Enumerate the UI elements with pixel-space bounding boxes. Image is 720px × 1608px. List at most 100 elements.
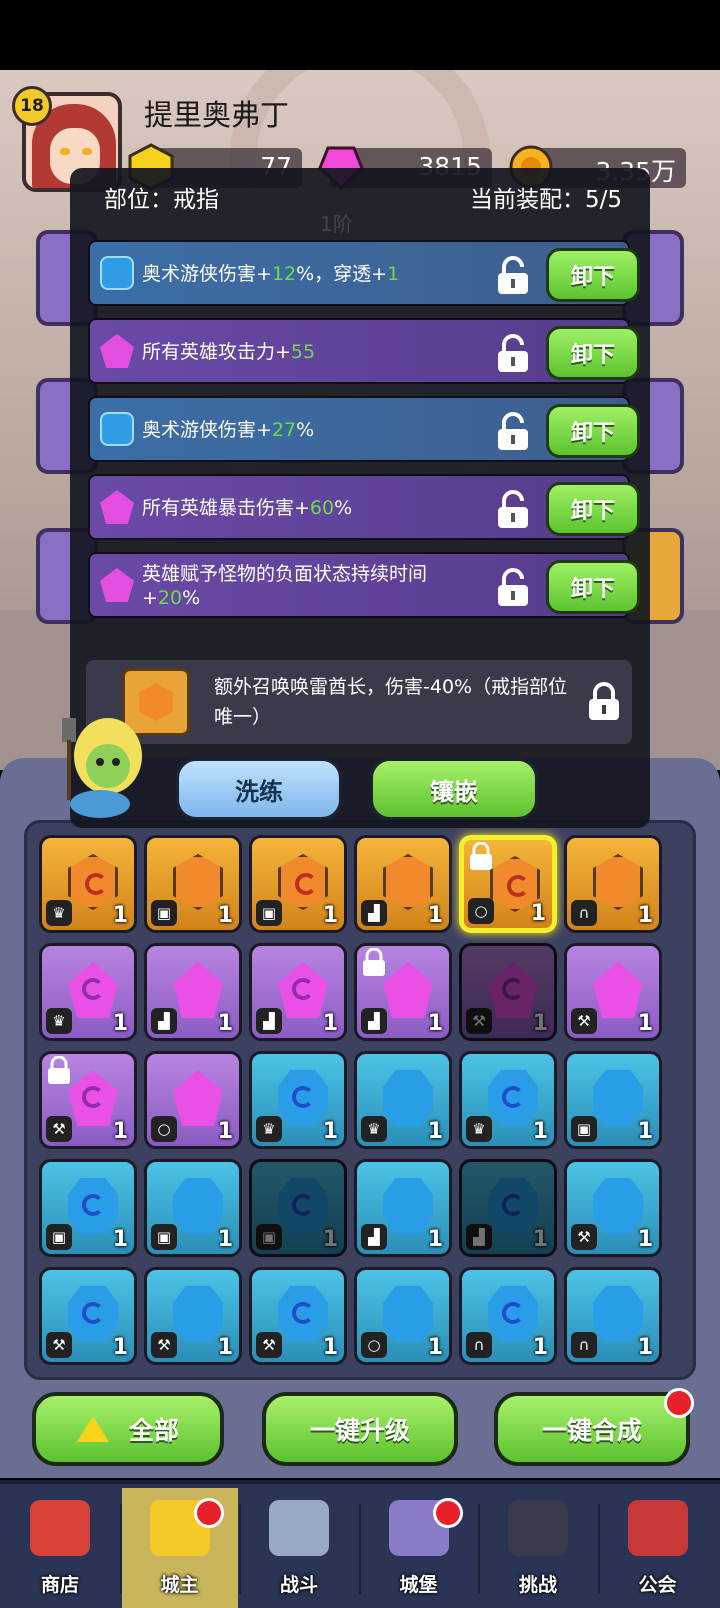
boots-slot-icon: ▟ <box>151 1008 177 1034</box>
gem-cell[interactable]: ⚒ 1 <box>564 1159 662 1257</box>
unequip-button[interactable]: 卸下 <box>546 248 640 302</box>
purple-gem-icon <box>278 962 328 1018</box>
purple-gem-icon <box>100 334 134 368</box>
blue-gem-icon <box>593 1178 643 1234</box>
gem-cell[interactable]: ∩ 1 <box>564 835 662 933</box>
gem-cell[interactable]: ♛ 1 <box>249 1051 347 1149</box>
unlock-icon[interactable] <box>494 412 532 452</box>
purple-gem-icon <box>100 568 134 602</box>
one-click-upgrade-button[interactable]: 一键升级 <box>262 1392 458 1466</box>
unlock-icon[interactable] <box>494 256 532 296</box>
blue-gem-icon <box>488 1070 538 1126</box>
attribute-text: 奥术游侠伤害+27% <box>142 419 315 441</box>
gem-cell[interactable]: ▟ 1 <box>354 1159 452 1257</box>
gem-cell[interactable]: ▣ 1 <box>39 1159 137 1257</box>
gem-cell[interactable]: ⚒ 1 <box>249 1267 347 1365</box>
gem-count: 1 <box>532 1227 548 1252</box>
unequip-button[interactable]: 卸下 <box>546 404 640 458</box>
nav-divider <box>358 1504 361 1594</box>
gem-cell[interactable]: ▣ 1 <box>249 1159 347 1257</box>
status-bar <box>0 0 720 70</box>
gem-cell[interactable]: ▟ 1 <box>354 835 452 933</box>
gem-count: 1 <box>322 1335 338 1360</box>
gem-cell[interactable]: ♛ 1 <box>459 1051 557 1149</box>
gem-count: 1 <box>322 1227 338 1252</box>
shop-icon <box>30 1500 90 1556</box>
filter-all-button[interactable]: 全部 <box>32 1392 224 1466</box>
armor-slot-icon: ▣ <box>151 900 177 926</box>
blue-gem-icon <box>593 1286 643 1342</box>
blue-gem-icon <box>278 1070 328 1126</box>
gem-cell[interactable]: ⚒ 1 <box>564 943 662 1041</box>
crown-slot-icon: ♛ <box>466 1116 492 1142</box>
nav-label: 挑战 <box>518 1574 557 1596</box>
gem-count: 1 <box>217 1119 233 1144</box>
refine-button[interactable]: 洗练 <box>176 758 342 820</box>
ring-slot-icon: ○ <box>361 1332 387 1358</box>
guild-banner-icon <box>627 1500 688 1556</box>
gem-cell[interactable]: ⚒ 1 <box>459 943 557 1041</box>
gem-cell[interactable]: ∩ 1 <box>459 1267 557 1365</box>
hammer-slot-icon: ⚒ <box>256 1332 282 1358</box>
gem-count: 1 <box>322 903 338 928</box>
gem-cell[interactable]: ○ 1 <box>144 1051 242 1149</box>
boots-slot-icon: ▟ <box>256 1008 282 1034</box>
gem-cell[interactable]: ▟ 1 <box>144 943 242 1041</box>
gem-cell[interactable]: ○ 1 <box>459 835 557 933</box>
blue-gem-icon <box>100 412 134 446</box>
gem-count: 1 <box>112 1011 128 1036</box>
blue-gem-icon <box>68 1286 118 1342</box>
unequip-button[interactable]: 卸下 <box>546 560 640 614</box>
purple-gem-icon <box>593 962 643 1018</box>
nav-item[interactable]: 公会 <box>600 1488 716 1608</box>
ring-slot-icon: ○ <box>468 898 494 924</box>
unequip-button[interactable]: 卸下 <box>546 482 640 536</box>
gem-cell[interactable]: ▣ 1 <box>249 835 347 933</box>
nav-item[interactable]: 城主 <box>121 1488 238 1608</box>
gem-count: 1 <box>637 1335 653 1360</box>
blue-gem-icon <box>488 1178 538 1234</box>
unlock-icon[interactable] <box>494 334 532 374</box>
gem-cell[interactable]: ▣ 1 <box>144 835 242 933</box>
gem-cell[interactable]: ♛ 1 <box>39 943 137 1041</box>
gem-inventory-panel: ♛ 1 ▣ 1 ▣ 1 ▟ 1 ○ 1 ∩ 1 ♛ 1 ▟ 1 ▟ 1 ▟ 1 ⚒ 1 ⚒ 1 ⚒ 1 ○ 1 ♛ 1 ♛ 1 ♛ 1 ▣ 1 ▣ 1 ▣ 1… <box>0 758 720 1478</box>
gem-count: 1 <box>112 903 128 928</box>
nav-item[interactable]: 战斗 <box>241 1488 357 1608</box>
blue-gem-icon <box>383 1070 433 1126</box>
crown-slot-icon: ♛ <box>46 900 72 926</box>
nav-item[interactable]: 商店 <box>2 1488 118 1608</box>
boots-slot-icon: ▟ <box>466 1224 492 1250</box>
equip-count-label: 当前装配：5/5 <box>469 187 622 213</box>
gem-cell[interactable]: ○ 1 <box>354 1267 452 1365</box>
armor-slot-icon: ▣ <box>151 1224 177 1250</box>
gem-cell[interactable]: ▣ 1 <box>564 1051 662 1149</box>
gem-cell[interactable]: ▟ 1 <box>459 1159 557 1257</box>
gem-cell[interactable]: ▟ 1 <box>249 943 347 1041</box>
nav-item[interactable]: 城堡 <box>361 1488 477 1608</box>
gem-cell[interactable]: ⚒ 1 <box>144 1267 242 1365</box>
boots-slot-icon: ▟ <box>361 900 387 926</box>
gem-cell[interactable]: ▣ 1 <box>144 1159 242 1257</box>
blue-gem-icon <box>68 1178 118 1234</box>
gem-count: 1 <box>427 1119 443 1144</box>
nav-label: 战斗 <box>279 1574 318 1596</box>
gem-count: 1 <box>427 1011 443 1036</box>
gem-cell[interactable]: ▟ 1 <box>354 943 452 1041</box>
unlock-icon[interactable] <box>494 490 532 530</box>
unequip-button[interactable]: 卸下 <box>546 326 640 380</box>
gem-cell[interactable]: ∩ 1 <box>564 1267 662 1365</box>
nav-item[interactable]: 挑战 <box>480 1488 596 1608</box>
lock-icon[interactable] <box>586 682 622 722</box>
purple-gem-icon <box>173 1070 223 1126</box>
unlock-icon[interactable] <box>494 568 532 608</box>
one-click-merge-button[interactable]: 一键合成 <box>494 1392 690 1466</box>
gem-grid: ♛ 1 ▣ 1 ▣ 1 ▟ 1 ○ 1 ∩ 1 ♛ 1 ▟ 1 ▟ 1 ▟ 1 ⚒ 1 ⚒ 1 ⚒ 1 ○ 1 ♛ 1 ♛ 1 ♛ 1 ▣ 1 ▣ 1 ▣ 1… <box>24 820 696 1380</box>
gem-cell[interactable]: ⚒ 1 <box>39 1051 137 1149</box>
gem-cell[interactable]: ♛ 1 <box>39 835 137 933</box>
gem-cell[interactable]: ⚒ 1 <box>39 1267 137 1365</box>
gem-cell[interactable]: ♛ 1 <box>354 1051 452 1149</box>
nav-divider <box>239 1504 241 1594</box>
inlay-button[interactable]: 镶嵌 <box>370 758 538 820</box>
crown-slot-icon: ♛ <box>361 1116 387 1142</box>
orange-gem-icon <box>383 854 433 910</box>
